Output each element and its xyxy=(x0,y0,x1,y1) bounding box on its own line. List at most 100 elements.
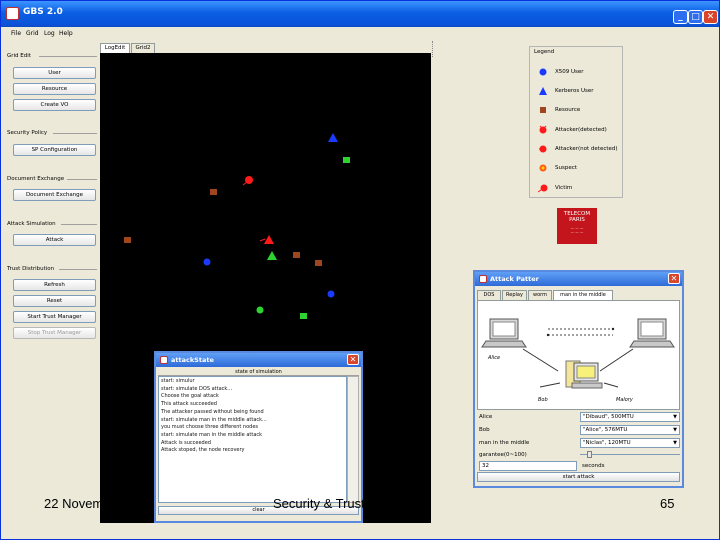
attack-button[interactable]: Attack xyxy=(13,234,96,246)
menu-help[interactable]: Help xyxy=(59,30,73,37)
attacker-node[interactable] xyxy=(264,235,274,244)
control-panel: Grid Edit User Resource Create VO Securi… xyxy=(7,47,97,343)
kerberos-user-node[interactable] xyxy=(328,133,338,142)
resource-node[interactable] xyxy=(210,189,217,195)
stop-trust-manager-button: Stop Trust Manager xyxy=(13,327,96,339)
legend-label: Attacker(detected) xyxy=(555,127,607,133)
attack-diagram: Alice Bob Malory xyxy=(477,300,680,410)
attacker-undetected-icon xyxy=(539,145,547,153)
tab-logedit[interactable]: LogEdit xyxy=(100,43,130,53)
log-line: start: simulate man in the middle attack… xyxy=(161,416,267,423)
divider xyxy=(39,56,97,57)
create-vo-button[interactable]: Create VO xyxy=(13,99,96,111)
legend-label: Attacker(not detected) xyxy=(555,146,618,152)
x509-user-node[interactable] xyxy=(203,258,211,266)
legend-item: X509 User xyxy=(530,66,622,80)
dialog-title-bar: attackState ✕ xyxy=(156,353,361,367)
group-label: Attack Simulation xyxy=(7,221,56,227)
state-log[interactable]: start: simulur start: simulate DOS attac… xyxy=(158,376,347,503)
diagram-drawing xyxy=(481,318,675,389)
refresh-button[interactable]: Refresh xyxy=(13,279,96,291)
reset-button[interactable]: Reset xyxy=(13,295,96,307)
x509-user-node[interactable] xyxy=(256,306,264,314)
legend-label: Resource xyxy=(555,107,581,113)
app-icon xyxy=(160,356,168,364)
close-button[interactable]: ✕ xyxy=(668,273,680,284)
dialog-title: attackState xyxy=(171,356,214,364)
legend-item: Victim xyxy=(530,182,622,196)
bob-row: Bob "Alice", 576MTU ▼ xyxy=(477,424,680,437)
tab-dos[interactable]: DOS xyxy=(477,290,501,300)
menu-grid[interactable]: Grid xyxy=(26,30,39,37)
legend-item: Attacker(detected) xyxy=(530,124,622,138)
legend-label: X509 User xyxy=(555,69,584,75)
user-button[interactable]: User xyxy=(13,67,96,79)
tab-grid2[interactable]: Grid2 xyxy=(131,43,155,53)
close-button[interactable]: ✕ xyxy=(703,10,718,24)
menu-file[interactable]: File xyxy=(11,30,21,37)
mitm-label: man in the middle xyxy=(479,440,530,446)
vertical-scrollbar[interactable] xyxy=(347,376,359,503)
resource-node[interactable] xyxy=(300,313,307,319)
log-line: start: simulate man in the middle attack xyxy=(161,431,263,438)
footer-page-number: 65 xyxy=(660,496,675,511)
minimize-button[interactable]: _ xyxy=(673,10,688,24)
divider xyxy=(53,133,97,134)
attacker-marker xyxy=(242,181,248,186)
divider xyxy=(61,224,97,225)
dialog-title: Attack Patter xyxy=(490,275,539,283)
chevron-down-icon: ▼ xyxy=(673,414,677,420)
seconds-input[interactable]: 32 xyxy=(479,461,577,471)
brown-square-icon xyxy=(540,107,546,113)
divider xyxy=(67,179,97,180)
group-label: Trust Distribution xyxy=(7,266,55,272)
bob-select[interactable]: "Alice", 576MTU ▼ xyxy=(580,425,680,435)
diagram-label-alice: Alice xyxy=(488,355,501,361)
sp-configuration-button[interactable]: SP Configuration xyxy=(13,144,96,156)
blue-circle-icon xyxy=(539,68,547,76)
guarantee-label: garantee(0~100) xyxy=(479,452,527,458)
attacker-marker xyxy=(259,238,266,242)
mitm-select[interactable]: "Niclas", 120MTU ▼ xyxy=(580,438,680,448)
mitm-value: "Niclas", 120MTU xyxy=(583,440,631,446)
group-label: Grid Edit xyxy=(7,53,31,59)
log-line: The attacker passed without being found xyxy=(161,408,264,415)
splitter-handle[interactable] xyxy=(432,41,436,57)
suspect-icon xyxy=(539,164,547,172)
chevron-down-icon: ▼ xyxy=(673,427,677,433)
resource-node[interactable] xyxy=(124,237,131,243)
legend-label: Victim xyxy=(555,185,573,191)
close-button[interactable]: ✕ xyxy=(347,354,359,365)
logo-tagline: — — — — — — xyxy=(570,226,584,234)
tab-replay[interactable]: Replay xyxy=(502,290,527,300)
guarantee-slider-track[interactable] xyxy=(580,454,680,455)
main-window: GBS 2.0 _ □ ✕ File Grid Log Help Grid Ed… xyxy=(0,0,720,540)
tab-worm[interactable]: worm xyxy=(528,290,552,300)
log-line: start: simulur xyxy=(161,378,195,384)
diagram-label-bob: Bob xyxy=(538,397,548,403)
menu-log[interactable]: Log xyxy=(44,30,55,37)
document-exchange-button[interactable]: Document Exchange xyxy=(13,189,96,201)
telecom-paris-logo: TELECOM PARIS — — — — — — xyxy=(557,208,597,244)
divider xyxy=(59,269,97,270)
guarantee-slider-handle[interactable] xyxy=(587,451,592,458)
resource-node[interactable] xyxy=(315,260,322,266)
resource-node[interactable] xyxy=(293,252,300,258)
resource-button[interactable]: Resource xyxy=(13,83,96,95)
bob-value: "Alice", 576MTU xyxy=(583,427,628,433)
maximize-button[interactable]: □ xyxy=(688,10,703,24)
kerberos-user-node[interactable] xyxy=(267,251,277,260)
alice-label: Alice xyxy=(479,414,493,420)
start-attack-button[interactable]: start attack xyxy=(477,472,680,482)
legend-label: Kerberos User xyxy=(555,88,594,94)
start-trust-manager-button[interactable]: Start Trust Manager xyxy=(13,311,96,323)
alice-select[interactable]: "Dibaud", 500MTU ▼ xyxy=(580,412,680,422)
diagram-label-malory: Malory xyxy=(616,397,633,403)
x509-user-node[interactable] xyxy=(327,290,335,298)
alice-value: "Dibaud", 500MTU xyxy=(583,414,634,420)
blue-triangle-icon xyxy=(539,87,547,95)
log-line: you must choose three different nodes xyxy=(161,424,259,431)
kerberos-user-node[interactable] xyxy=(343,157,350,163)
legend-item: Kerberos User xyxy=(530,85,622,99)
tab-man-in-the-middle[interactable]: man in the middle xyxy=(553,290,613,300)
